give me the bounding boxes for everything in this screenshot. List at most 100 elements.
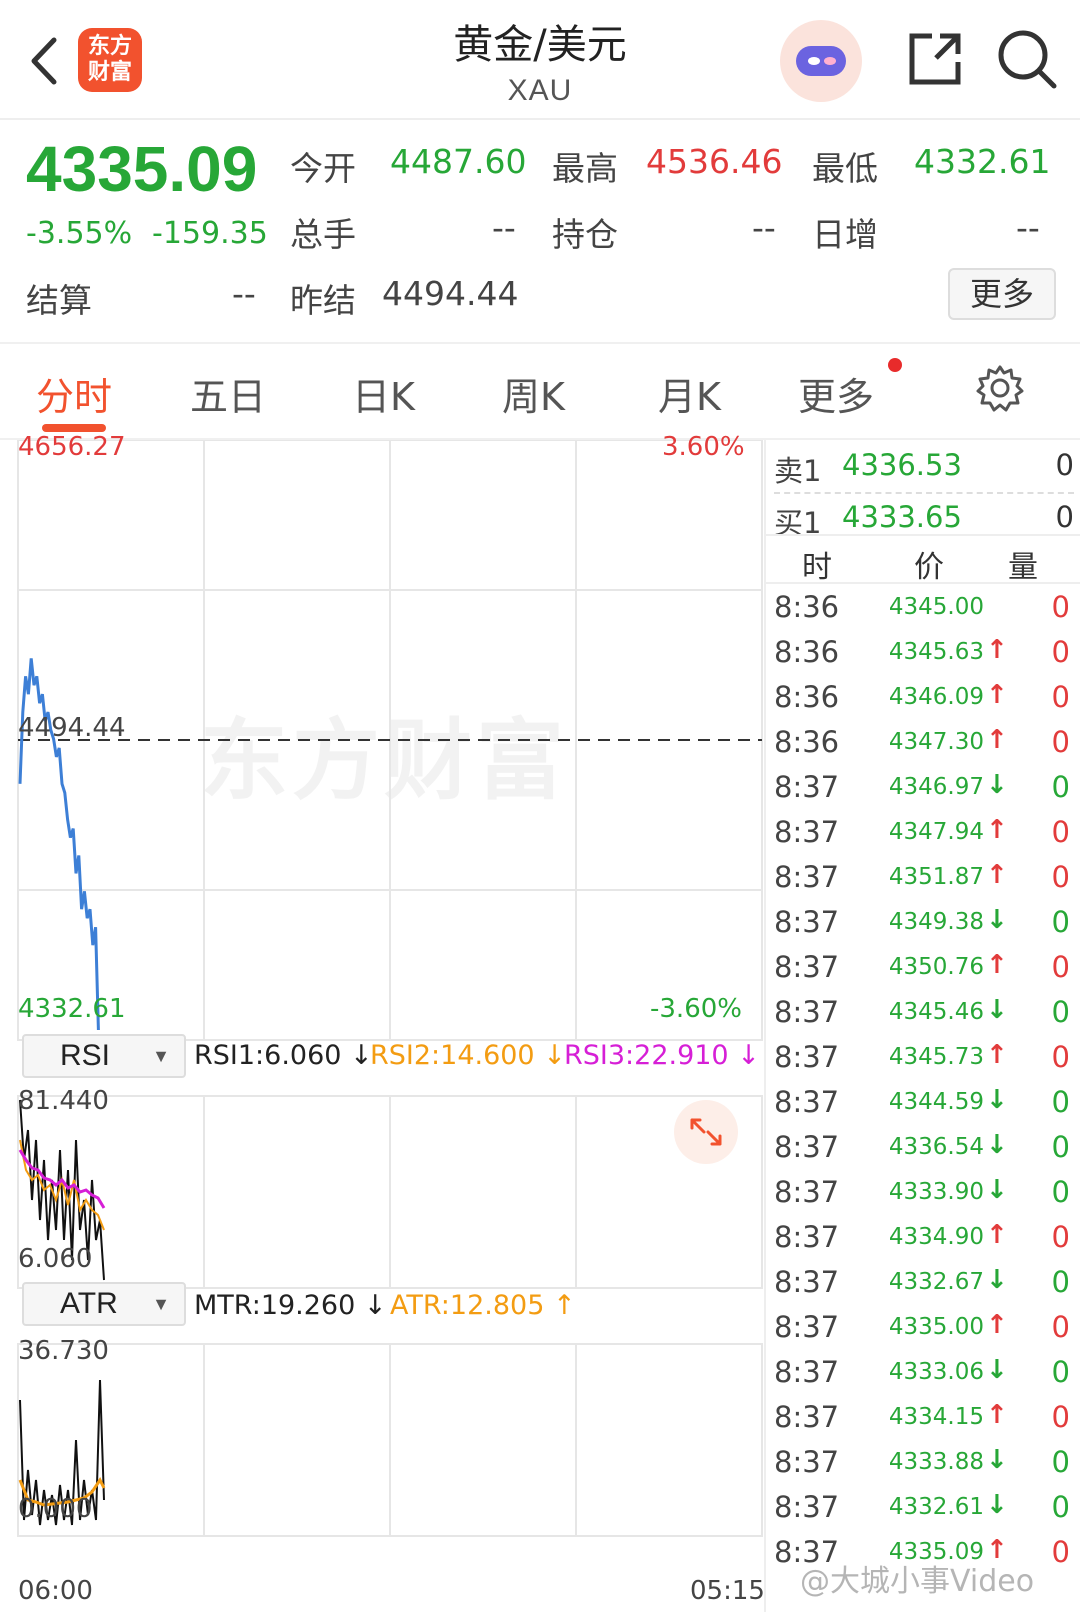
rsi-selector[interactable]: RSI ▼ [22,1034,186,1078]
tick-volume: 0 [1051,770,1070,804]
tick-direction-icon: ↑ [986,860,1008,890]
atr-selector[interactable]: ATR ▼ [22,1282,186,1326]
daily-increase-label: 日增 [812,215,878,254]
rsi2-value: RSI2:14.600 ↓ [370,1040,566,1071]
tick-price: 4333.88 [888,1449,984,1475]
tick-row: 8:37 4334.90 ↑ 0 [766,1216,1080,1262]
last-price: 4335.09 [26,133,258,205]
tick-time: 8:37 [774,770,840,804]
tick-price: 4350.76 [888,954,984,980]
tick-row: 8:37 4333.90 ↓ 0 [766,1171,1080,1217]
tick-time: 8:37 [774,1490,840,1524]
atr-value: ATR:12.805 ↑ [390,1290,576,1321]
ticks-header-volume: 量 [1008,550,1038,585]
settle-value: -- [232,274,256,313]
low-label: 最低 [812,149,878,188]
tick-volume: 0 [1051,1265,1070,1299]
tick-price: 4345.63 [888,639,984,665]
volume-value: -- [492,208,516,247]
tick-direction-icon: ↓ [986,1490,1008,1520]
tick-volume: 0 [1051,590,1070,624]
volume-label: 总手 [290,215,356,254]
open-interest-value: -- [752,208,776,247]
tab-intraday[interactable]: 分时 [36,366,112,421]
rsi-selector-label: RSI [60,1039,111,1072]
high-value: 4536.46 [646,142,783,181]
daily-increase-value: -- [1016,208,1040,247]
tick-time: 8:37 [774,950,840,984]
order-book-divider [774,492,1074,494]
expand-chart-icon [674,1100,738,1164]
tick-time: 8:36 [774,725,840,759]
ticks-header: 时 价 量 [766,534,1080,585]
sell1-label: 卖1 [774,454,822,488]
intraday-chart[interactable] [0,440,764,1612]
tab-weekly-k[interactable]: 周K [502,366,565,421]
tick-direction-icon: ↑ [986,1040,1008,1070]
tick-price: 4345.73 [888,1044,984,1070]
tick-time: 8:36 [774,680,840,714]
tick-row: 8:37 4332.67 ↓ 0 [766,1261,1080,1307]
tick-time: 8:37 [774,1310,840,1344]
tab-five-day[interactable]: 五日 [190,366,266,421]
tick-row: 8:36 4345.63 ↑ 0 [766,631,1080,677]
tick-volume: 0 [1051,860,1070,894]
tick-row: 8:37 4334.15 ↑ 0 [766,1396,1080,1442]
tick-direction-icon: ↑ [986,1220,1008,1250]
tick-time: 8:37 [774,1265,840,1299]
tick-volume: 0 [1051,995,1070,1029]
tick-price: 4335.00 [888,1314,984,1340]
change-percent: -3.55% [26,216,133,251]
prev-settle-value: 4494.44 [382,274,519,313]
tick-volume: 0 [1051,1130,1070,1164]
open-value: 4487.60 [390,142,527,181]
tick-time: 8:37 [774,995,840,1029]
tab-monthly-k[interactable]: 月K [658,366,721,421]
tab-daily-k[interactable]: 日K [352,366,415,421]
rsi-bottom-label: 6.060 [18,1244,93,1274]
notification-dot [888,358,902,372]
trade-panel: 卖1 4336.53 0 买1 4333.65 0 时 价 量 8:36 4345… [764,440,1080,1612]
tick-volume: 0 [1051,1175,1070,1209]
tick-price: 4332.61 [888,1494,984,1520]
tick-direction-icon: ↑ [986,635,1008,665]
tick-price: 4332.67 [888,1269,984,1295]
dropdown-arrow-icon: ▼ [152,1294,170,1314]
pct-max-label: 3.60% [662,432,745,462]
tick-time: 8:37 [774,1400,840,1434]
tick-row: 8:36 4347.30 ↑ 0 [766,721,1080,767]
more-button[interactable]: 更多 [948,268,1056,320]
tick-direction-icon: ↑ [986,680,1008,710]
tick-volume: 0 [1051,635,1070,669]
tick-volume: 0 [1051,1310,1070,1344]
tick-volume: 0 [1051,680,1070,714]
tick-time: 8:37 [774,1445,840,1479]
change-amount: -159.35 [152,216,268,251]
tick-price: 4347.30 [888,729,984,755]
tick-row: 8:37 4345.46 ↓ 0 [766,991,1080,1037]
tick-row: 8:37 4350.76 ↑ 0 [766,946,1080,992]
sell1-volume: 0 [1055,448,1074,482]
tick-direction-icon: ↓ [986,905,1008,935]
tick-volume: 0 [1051,1535,1070,1569]
settings-gear-icon[interactable] [976,364,1024,412]
tick-row: 8:37 4345.73 ↑ 0 [766,1036,1080,1082]
tick-volume: 0 [1051,1445,1070,1479]
tick-row: 8:37 4333.88 ↓ 0 [766,1441,1080,1487]
sell1-price: 4336.53 [842,448,962,482]
tick-direction-icon: ↓ [986,1265,1008,1295]
tick-direction-icon: ↓ [986,1175,1008,1205]
share-icon[interactable] [906,30,964,88]
rsi3-value: RSI3:22.910 ↓ [564,1040,760,1071]
search-icon[interactable] [996,28,1058,90]
tick-price: 4336.54 [888,1134,984,1160]
tab-more[interactable]: 更多 [798,366,874,421]
tick-row: 8:37 4335.00 ↑ 0 [766,1306,1080,1352]
x-start-label: 06:00 [18,1576,93,1606]
x-end-label: 05:15 [690,1576,765,1606]
tick-row: 8:37 4347.94 ↑ 0 [766,811,1080,857]
robot-avatar-icon[interactable] [778,18,864,104]
open-interest-label: 持仓 [552,215,618,254]
pct-min-label: -3.60% [650,994,742,1024]
tick-price: 4334.90 [888,1224,984,1250]
